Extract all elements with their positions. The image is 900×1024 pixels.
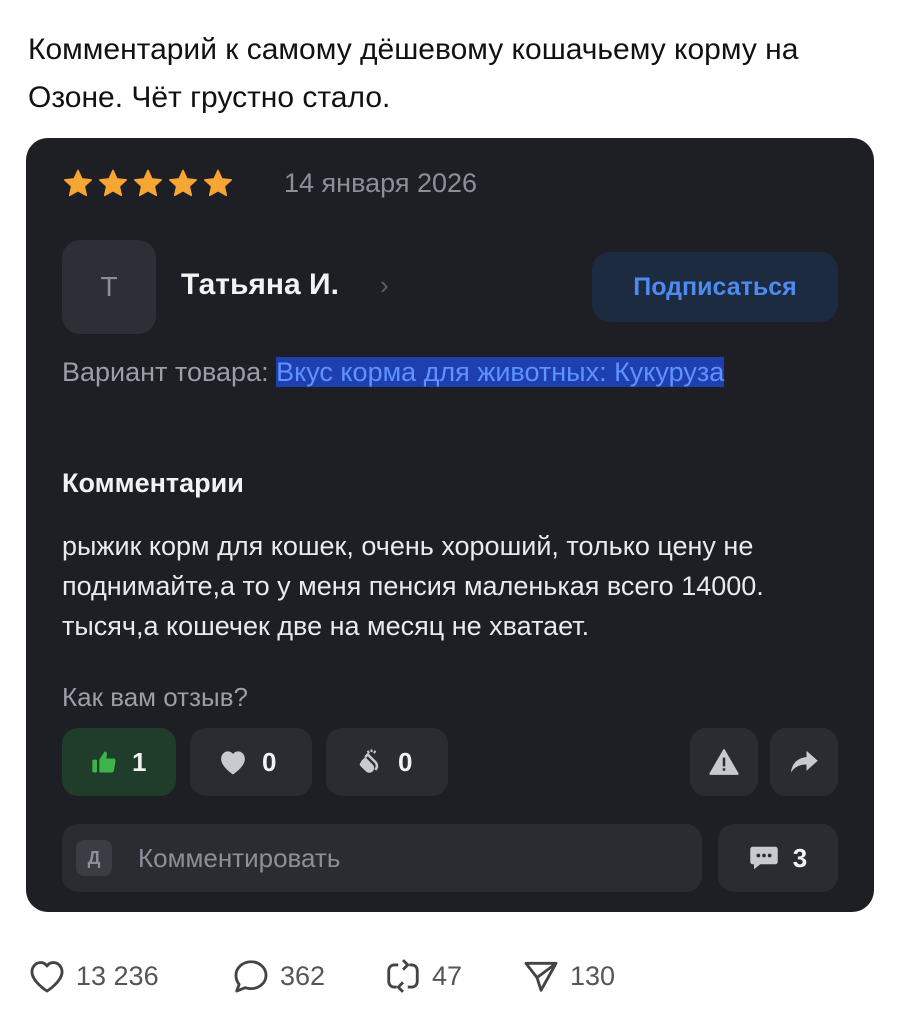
post-views: 130 [522, 958, 615, 994]
subscribe-button[interactable]: Подписаться [592, 252, 838, 322]
thumbs-up-icon [92, 751, 116, 773]
post-views-count: 130 [570, 960, 616, 991]
comments-count: 3 [792, 842, 808, 873]
post-repost-button[interactable]: 47 [384, 958, 462, 994]
post-comment-count: 362 [280, 960, 326, 991]
report-button[interactable] [690, 728, 758, 796]
comment-input[interactable]: Д Комментировать [62, 824, 702, 892]
star-icon [99, 169, 127, 197]
heart-button[interactable]: 0 [190, 728, 312, 796]
comment-outline-icon [234, 960, 268, 993]
review-date: 14 января 2026 [284, 168, 478, 198]
variant-label: Вариант товара: [62, 357, 269, 387]
send-arrow-icon [524, 961, 558, 992]
avatar-initial: Т [100, 271, 118, 302]
share-arrow-icon [790, 750, 818, 773]
warning-icon [709, 749, 739, 775]
like-button[interactable]: 1 [62, 728, 176, 796]
star-icon [169, 169, 197, 197]
post-stats: 13 236 362 47 130 [28, 958, 888, 998]
clap-button[interactable]: 0 [326, 728, 448, 796]
comment-placeholder: Комментировать [138, 843, 341, 873]
author-name[interactable]: Татьяна И. [181, 268, 339, 302]
post-comment-button[interactable]: 362 [232, 958, 325, 994]
star-icon [134, 169, 162, 197]
star-icon [64, 169, 92, 197]
comments-heading: Комментарии [62, 468, 244, 498]
post-text: Комментарий к самому дёшевому кошачьему … [28, 33, 799, 114]
like-count: 1 [132, 746, 147, 777]
clap-icon [359, 749, 379, 773]
repost-icon [387, 959, 419, 993]
review-card: 14 января 2026 Т Татьяна И. › Подписатьс… [26, 138, 874, 912]
share-button[interactable] [770, 728, 838, 796]
chat-bubble-icon [750, 846, 778, 870]
heart-count: 0 [262, 746, 277, 777]
post-like-count: 13 236 [76, 960, 159, 991]
star-icon [204, 169, 232, 197]
product-variant: Вариант товара: Вкус корма для животных:… [62, 352, 842, 393]
review-text: рыжик корм для кошек, очень хороший, тол… [62, 531, 764, 641]
chevron-right-icon[interactable]: › [380, 270, 389, 301]
clap-count: 0 [398, 746, 413, 777]
feedback-question: Как вам отзыв? [62, 682, 248, 712]
heart-icon [221, 751, 245, 775]
post-repost-count: 47 [432, 960, 463, 991]
variant-value[interactable]: Вкус корма для животных: Кукуруза [276, 357, 725, 387]
post-like-button[interactable]: 13 236 [28, 958, 159, 994]
heart-outline-icon [30, 961, 64, 993]
commenter-avatar: Д [76, 840, 112, 876]
rating-stars [62, 168, 234, 200]
comments-count-button[interactable]: 3 [718, 824, 838, 892]
avatar[interactable]: Т [62, 240, 156, 334]
